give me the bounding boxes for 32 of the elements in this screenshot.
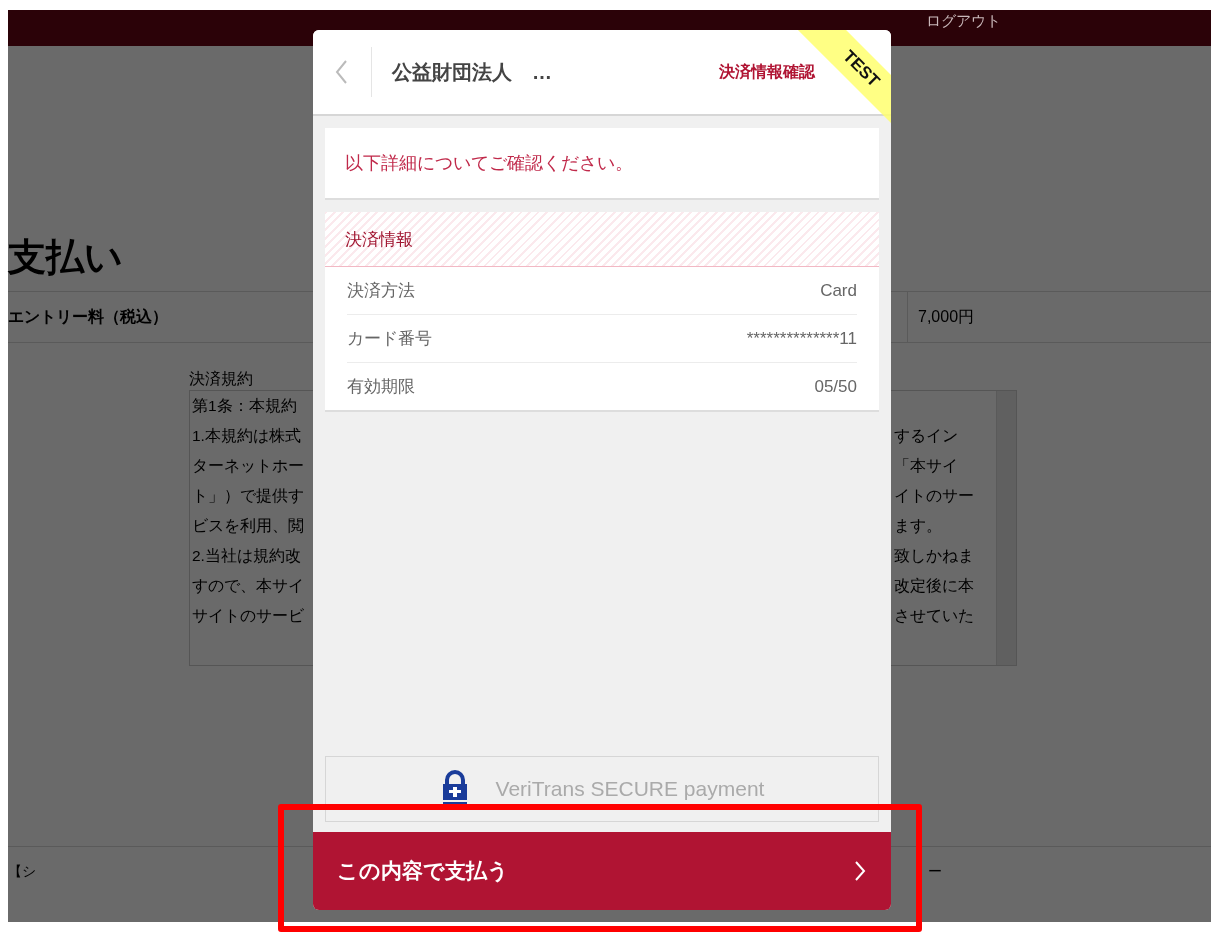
row-value: Card	[820, 280, 857, 301]
footer-text: 【シ	[8, 863, 37, 881]
row-value: **************11	[746, 328, 857, 349]
terms-text-line: 致しかねま	[894, 546, 974, 566]
page-title: 支払い	[8, 235, 123, 280]
row-value: 05/50	[814, 376, 857, 397]
step-title: 決済情報確認	[719, 61, 815, 82]
provider-name: VeriTrans SECURE payment	[495, 777, 765, 801]
row-label: カード番号	[347, 328, 432, 350]
terms-text-line: ターネットホー	[192, 456, 304, 476]
terms-text-line: ト」）で提供す	[192, 486, 304, 506]
footer-text: ー	[928, 863, 942, 881]
row-label: 決済方法	[347, 280, 415, 302]
terms-text-line: イトのサー	[894, 486, 974, 506]
terms-text-line: すので、本サイ	[192, 576, 304, 596]
section-header: 決済情報	[325, 212, 879, 267]
fee-amount: 7,000円	[918, 306, 975, 327]
terms-text-line: 1.本規約は株式	[192, 426, 301, 446]
terms-text-line: 2.当社は規約改	[192, 546, 301, 566]
terms-text-line: するイン	[894, 426, 958, 446]
terms-text-line: ビスを利用、閲	[192, 516, 304, 536]
terms-text-line: サイトのサービ	[192, 606, 304, 626]
terms-label: 決済規約	[189, 369, 253, 389]
terms-text-line: ます。	[894, 516, 942, 536]
terms-text-line: させていた	[894, 606, 974, 626]
row-label: 有効期限	[347, 376, 415, 398]
fee-label: エントリー料（税込）	[8, 306, 168, 327]
merchant-name: 公益財団法人	[392, 59, 512, 85]
terms-text-line: 改定後に本	[894, 576, 974, 596]
terms-text-line: 第1条：本規約	[192, 396, 297, 416]
confirm-message: 以下詳細についてご確認ください。	[325, 128, 879, 200]
terms-text-line: 「本サイ	[894, 456, 958, 476]
